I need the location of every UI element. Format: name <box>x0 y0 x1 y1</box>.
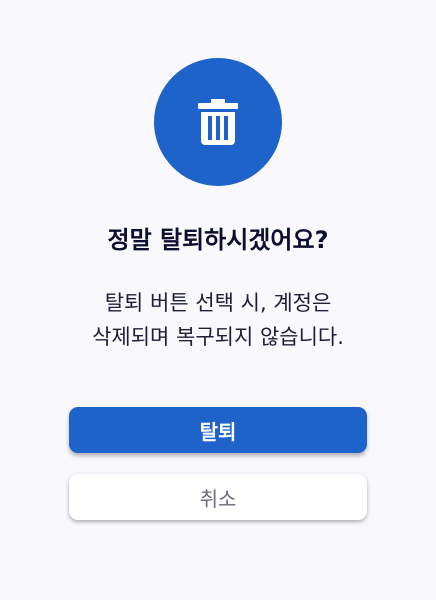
dialog-message: 탈퇴 버튼 선택 시, 계정은 삭제되며 복구되지 않습니다. <box>0 286 436 354</box>
trash-icon <box>198 99 238 145</box>
withdraw-confirm-dialog: 정말 탈퇴하시겠어요? 탈퇴 버튼 선택 시, 계정은 삭제되며 복구되지 않습… <box>0 0 436 600</box>
dialog-title: 정말 탈퇴하시겠어요? <box>107 226 329 254</box>
cancel-button[interactable]: 취소 <box>69 474 367 520</box>
message-line-2: 삭제되며 복구되지 않습니다. <box>92 325 344 349</box>
message-line-1: 탈퇴 버튼 선택 시, 계정은 <box>104 291 332 315</box>
trash-icon-circle <box>154 58 282 186</box>
withdraw-button[interactable]: 탈퇴 <box>69 407 367 453</box>
